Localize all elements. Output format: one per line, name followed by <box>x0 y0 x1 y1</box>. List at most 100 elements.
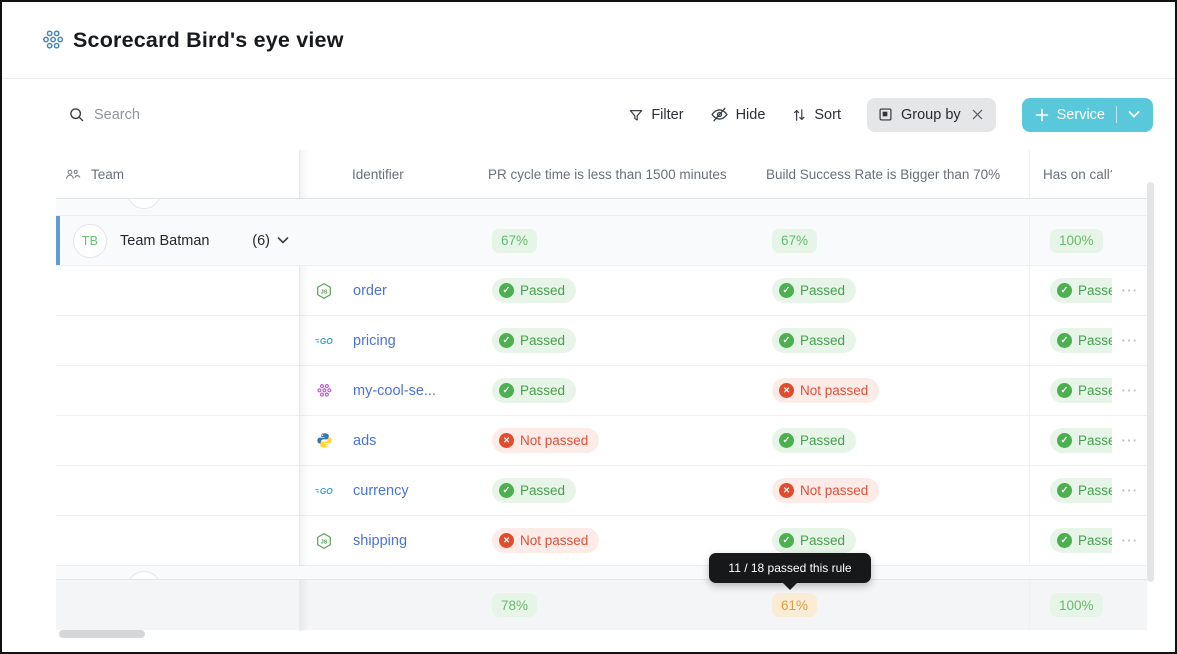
cluster-icon <box>315 382 333 400</box>
team-icon <box>66 169 81 179</box>
service-link[interactable]: my-cool-se... <box>353 383 436 399</box>
service-link[interactable]: ads <box>353 433 376 449</box>
column-label-team: Team <box>91 166 125 182</box>
chevron-down-icon <box>277 237 289 244</box>
status-badge: Not passed <box>492 428 600 453</box>
status-badge: Passed <box>1050 328 1112 353</box>
page-header: Scorecard Bird's eye view <box>2 2 1175 79</box>
row-menu-button[interactable]: ⋯ <box>1121 382 1139 399</box>
row-menu-button[interactable]: ⋯ <box>1121 332 1139 349</box>
status-badge: Passed <box>772 328 857 353</box>
search-box[interactable] <box>68 106 314 123</box>
status-icon <box>1057 433 1072 448</box>
partial-group-row-top <box>56 199 1147 216</box>
column-header-oncall-rule[interactable]: Has on call? <box>1029 150 1112 198</box>
group-by-chip[interactable]: Group by <box>866 97 996 132</box>
sort-icon <box>794 108 805 121</box>
status-badge: Passed <box>492 378 577 403</box>
hide-label: Hide <box>735 106 766 123</box>
svg-text:GO: GO <box>320 337 333 346</box>
horizontal-scrollbar[interactable] <box>59 630 145 638</box>
status-icon <box>1057 483 1072 498</box>
aggregate-badge: 67% <box>492 228 538 253</box>
svg-text:JS: JS <box>321 539 328 545</box>
filter-button[interactable]: Filter <box>628 107 684 123</box>
status-icon <box>779 433 794 448</box>
status-icon <box>779 483 794 498</box>
status-badge: Not passed <box>772 478 880 503</box>
table-row-pricing[interactable]: GO pricing Passed Passed Passed ⋯ <box>56 316 1147 366</box>
avatar <box>127 571 161 579</box>
status-icon <box>1057 383 1072 398</box>
team-avatar: TB <box>73 223 107 258</box>
close-icon <box>972 109 982 120</box>
status-icon <box>499 383 514 398</box>
search-icon <box>70 108 84 122</box>
row-menu-button[interactable]: ⋯ <box>1121 532 1139 549</box>
svg-text:JS: JS <box>321 289 328 295</box>
status-icon <box>499 533 514 548</box>
column-header-actions <box>1112 150 1147 198</box>
svg-text:GO: GO <box>320 487 333 496</box>
status-icon <box>1057 283 1072 298</box>
status-badge: Not passed <box>772 378 880 403</box>
button-divider <box>1116 106 1117 123</box>
service-link[interactable]: pricing <box>353 333 396 349</box>
status-icon <box>499 333 514 348</box>
python-icon <box>315 432 333 450</box>
chevron-down-icon[interactable] <box>1128 110 1140 119</box>
status-badge: Passed <box>772 528 857 553</box>
group-aggregates-row[interactable]: 78% 61% 100% <box>56 580 1147 630</box>
rule-tooltip: 11 / 18 passed this rule <box>709 553 871 590</box>
remove-group-by-button[interactable] <box>969 106 986 123</box>
table-row-currency[interactable]: GO currency Passed Not passed Passed ⋯ <box>56 466 1147 516</box>
status-icon <box>779 383 794 398</box>
table-row-ads[interactable]: ads Not passed Passed Passed ⋯ <box>56 416 1147 466</box>
sort-label: Sort <box>814 106 841 123</box>
service-link[interactable]: order <box>353 283 387 299</box>
row-menu-button[interactable]: ⋯ <box>1121 482 1139 499</box>
status-badge: Passed <box>1050 478 1112 503</box>
row-menu-button[interactable]: ⋯ <box>1121 432 1139 449</box>
status-badge: Passed <box>1050 428 1112 453</box>
group-row-team-batman[interactable]: TB Team Batman (6) 67% 67% 100% <box>56 216 1147 266</box>
status-icon <box>779 333 794 348</box>
go-icon: GO <box>315 332 333 350</box>
service-link[interactable]: shipping <box>353 533 407 549</box>
partial-group-row-bottom <box>56 566 1147 580</box>
vertical-scrollbar[interactable] <box>1147 182 1154 582</box>
status-badge: Passed <box>492 478 577 503</box>
add-service-button[interactable]: Service <box>1021 97 1153 132</box>
search-input[interactable] <box>94 106 314 123</box>
group-by-label: Group by <box>900 106 961 123</box>
column-header-build-rule[interactable]: Build Success Rate is Bigger than 70% <box>749 150 1029 198</box>
status-icon <box>1057 333 1072 348</box>
table-row-my-cool-service[interactable]: my-cool-se... Passed Not passed Passed ⋯ <box>56 366 1147 416</box>
table-row-shipping[interactable]: JS shipping Not passed Passed Passed ⋯ <box>56 516 1147 566</box>
team-count: (6) <box>252 232 270 249</box>
hide-button[interactable]: Hide <box>710 106 766 123</box>
column-header-identifier[interactable]: Identifier <box>299 150 482 198</box>
status-icon <box>499 283 514 298</box>
avatar <box>127 199 161 209</box>
row-menu-button[interactable]: ⋯ <box>1121 282 1139 299</box>
filter-icon <box>630 109 643 121</box>
service-link[interactable]: currency <box>353 483 409 499</box>
column-header-pr-rule[interactable]: PR cycle time is less than 1500 minutes <box>482 150 749 198</box>
aggregate-badge: 67% <box>772 228 818 253</box>
plus-icon <box>1035 108 1049 122</box>
table-row-order[interactable]: JS order Passed Passed Passed ⋯ <box>56 266 1147 316</box>
team-name: Team Batman <box>120 232 210 249</box>
status-icon <box>1057 533 1072 548</box>
page-title: Scorecard Bird's eye view <box>73 27 344 52</box>
collapse-group-button[interactable] <box>277 236 289 245</box>
status-icon <box>499 483 514 498</box>
column-label-build-rule: Build Success Rate is Bigger than 70% <box>766 166 1001 182</box>
aggregate-badge: 100% <box>1050 228 1103 253</box>
status-badge: Passed <box>492 278 577 303</box>
status-icon <box>779 533 794 548</box>
sort-button[interactable]: Sort <box>791 107 841 123</box>
status-badge: Passed <box>772 428 857 453</box>
group-by-icon <box>879 108 892 121</box>
column-header-team[interactable]: Team <box>56 150 299 198</box>
